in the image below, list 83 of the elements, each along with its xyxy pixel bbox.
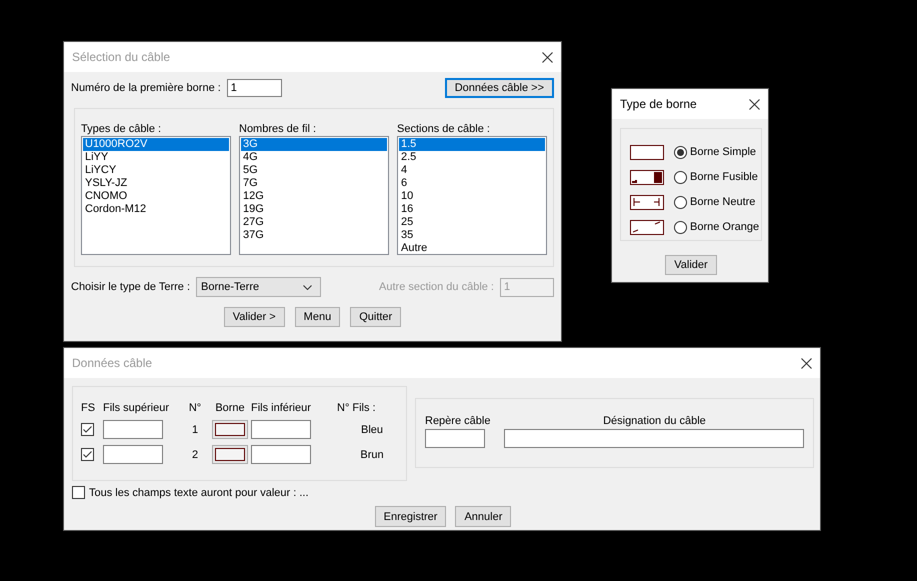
column-header: Fils supérieur xyxy=(103,402,170,414)
earth-type-dropdown[interactable]: Borne-Terre xyxy=(196,277,322,297)
column-header: Fils inférieur xyxy=(251,402,311,414)
field-label: Numéro de la première borne : xyxy=(71,82,221,94)
list-item[interactable]: 4G xyxy=(241,151,387,164)
field-label: Repère câble xyxy=(425,415,490,427)
cable-designation-field[interactable] xyxy=(504,429,804,448)
dialog-button[interactable]: Quitter xyxy=(350,307,402,327)
lower-wire-field[interactable] xyxy=(251,420,311,439)
radio-option[interactable]: Borne Fusible xyxy=(674,170,758,184)
radio-option[interactable]: Borne Orange xyxy=(674,220,760,234)
list-item[interactable]: 25 xyxy=(399,216,545,229)
close-icon[interactable] xyxy=(542,52,553,62)
checkbox[interactable] xyxy=(81,448,94,461)
list-item[interactable]: LiYCY xyxy=(83,164,229,177)
dialog-button[interactable]: Menu xyxy=(294,307,340,327)
lower-wire-field[interactable] xyxy=(251,445,311,464)
terminal-preview xyxy=(212,445,248,464)
checkbox[interactable] xyxy=(72,486,85,499)
dialog-button[interactable]: Annuler xyxy=(455,506,512,527)
dialog-button[interactable]: Enregistrer xyxy=(374,506,446,527)
list-item[interactable]: 7G xyxy=(241,177,387,190)
chevron-icon xyxy=(303,284,312,290)
list-item[interactable]: 10 xyxy=(399,190,545,203)
cable-mark-field[interactable] xyxy=(425,429,485,448)
close-icon[interactable] xyxy=(749,98,760,110)
window-title: Données câble xyxy=(72,356,152,370)
list-item[interactable]: Cordon-M12 xyxy=(83,203,229,216)
list-item[interactable]: CNOMO xyxy=(83,190,229,203)
upper-wire-field[interactable] xyxy=(103,420,163,439)
list-item[interactable]: 1.5 xyxy=(399,138,545,151)
wire-color: Brun xyxy=(360,448,384,460)
terminal-icon xyxy=(630,220,664,234)
field-label: Choisir le type de Terre : xyxy=(71,281,190,293)
radio-option[interactable]: Borne Neutre xyxy=(674,196,756,208)
terminal-preview xyxy=(212,420,248,439)
terminal-icon xyxy=(630,144,664,160)
option-label: Borne Simple xyxy=(690,146,756,158)
check-icon xyxy=(83,451,92,458)
list-item[interactable]: 3G xyxy=(241,138,387,151)
close-icon[interactable] xyxy=(801,358,812,368)
list-item[interactable]: 4 xyxy=(399,164,545,177)
list-item[interactable]: 19G xyxy=(241,203,387,216)
window-title: Type de borne xyxy=(620,97,697,111)
checkbox[interactable] xyxy=(81,423,94,436)
column-header: N° Fils : xyxy=(337,402,376,414)
check-icon xyxy=(83,426,92,433)
radio-option[interactable]: Borne Simple xyxy=(674,146,756,158)
option-label: Borne Fusible xyxy=(690,171,758,183)
list-label: Nombres de fil : xyxy=(239,123,318,136)
list-item[interactable]: 27G xyxy=(241,216,387,229)
list-item[interactable]: 5G xyxy=(241,164,387,177)
window-title: Sélection du câble xyxy=(72,50,170,64)
column-header: Borne xyxy=(215,402,245,414)
list-item[interactable]: U1000RO2V xyxy=(83,138,229,151)
row-number: 1 xyxy=(192,424,198,436)
list-item[interactable]: 37G xyxy=(241,229,387,242)
list-item[interactable]: 6 xyxy=(399,177,545,190)
column-header: N° xyxy=(188,402,202,414)
terminal-icon xyxy=(630,194,664,210)
validate-button[interactable]: Valider xyxy=(665,255,717,275)
option-label: Borne Orange xyxy=(690,221,760,233)
terminal-icon xyxy=(630,170,664,184)
wire-color: Bleu xyxy=(360,424,384,436)
list-item[interactable]: 35 xyxy=(399,229,545,242)
checkbox-label: Tous les champs texte auront pour valeur : ... xyxy=(89,486,309,498)
field-label: Désignation du câble xyxy=(603,415,706,427)
list-label: Types de câble : xyxy=(81,123,162,136)
row-number: 2 xyxy=(192,448,198,460)
upper-wire-field[interactable] xyxy=(103,445,163,464)
column-header: FS xyxy=(81,402,96,414)
list-item[interactable]: YSLY-JZ xyxy=(83,177,229,190)
list-item[interactable]: 16 xyxy=(399,203,545,216)
list-item[interactable]: Autre xyxy=(399,242,545,255)
list-item[interactable]: 2.5 xyxy=(399,151,545,164)
list-item[interactable]: 12G xyxy=(241,190,387,203)
cable-data-button[interactable]: Données câble >> xyxy=(444,78,554,98)
field-label: Autre section du câble : xyxy=(379,281,494,293)
terminal-number-field[interactable]: 1 xyxy=(226,78,282,96)
list-item[interactable]: LiYY xyxy=(83,151,229,164)
list-label: Sections de câble : xyxy=(397,123,491,136)
option-label: Borne Neutre xyxy=(690,196,756,208)
dialog-button[interactable]: Valider > xyxy=(224,307,285,327)
